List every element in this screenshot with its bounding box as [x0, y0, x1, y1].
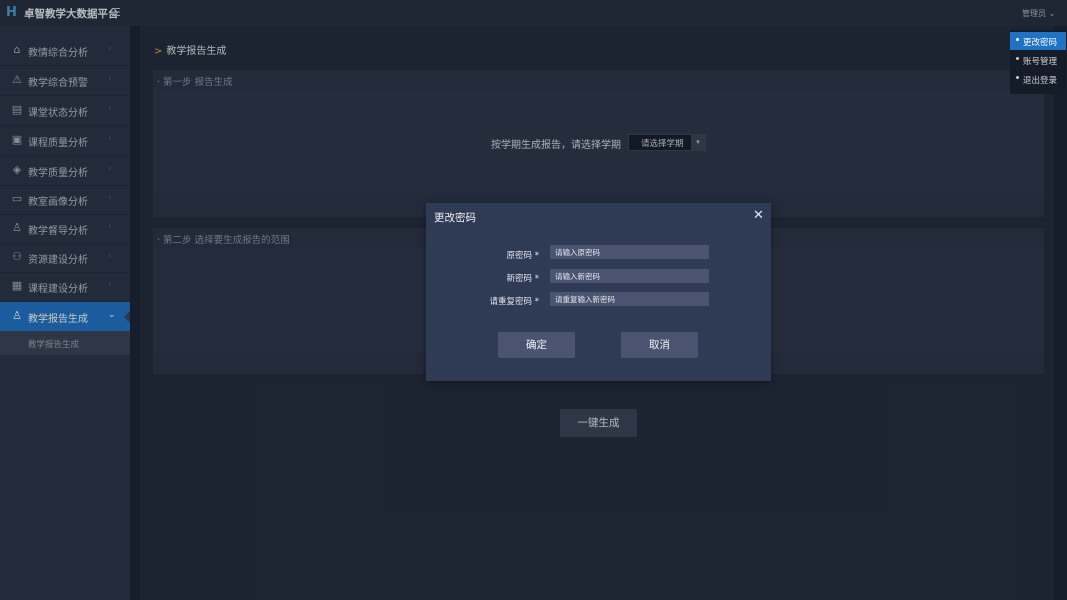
menu-item-label: 退出登录: [1023, 76, 1058, 86]
bullet-icon: [1016, 57, 1019, 60]
bullet-icon: [1016, 38, 1019, 41]
repeat-password-label: 请重复密码 *: [489, 297, 539, 307]
menu-item-change-password[interactable]: 更改密码: [1010, 32, 1066, 50]
change-password-dialog: 更改密码 ✕ 原密码 * 新密码 * 请重复密码 * 确定 取消: [426, 203, 771, 381]
new-password-input[interactable]: [550, 269, 709, 283]
confirm-button[interactable]: 确定: [498, 332, 575, 358]
new-password-label: 新密码 *: [506, 274, 539, 284]
menu-item-label: 更改密码: [1023, 38, 1058, 48]
cancel-button[interactable]: 取消: [621, 332, 698, 358]
old-password-label: 原密码 *: [506, 251, 539, 261]
menu-item-account[interactable]: 账号管理: [1010, 51, 1066, 69]
user-dropdown-menu: 更改密码 账号管理 退出登录: [1010, 30, 1066, 94]
old-password-input[interactable]: [550, 245, 709, 259]
dialog-title: 更改密码: [434, 212, 476, 224]
menu-item-label: 账号管理: [1023, 57, 1058, 67]
bullet-icon: [1016, 76, 1019, 79]
repeat-password-input[interactable]: [550, 292, 709, 306]
close-icon[interactable]: ✕: [753, 208, 764, 223]
menu-item-logout[interactable]: 退出登录: [1010, 70, 1066, 88]
